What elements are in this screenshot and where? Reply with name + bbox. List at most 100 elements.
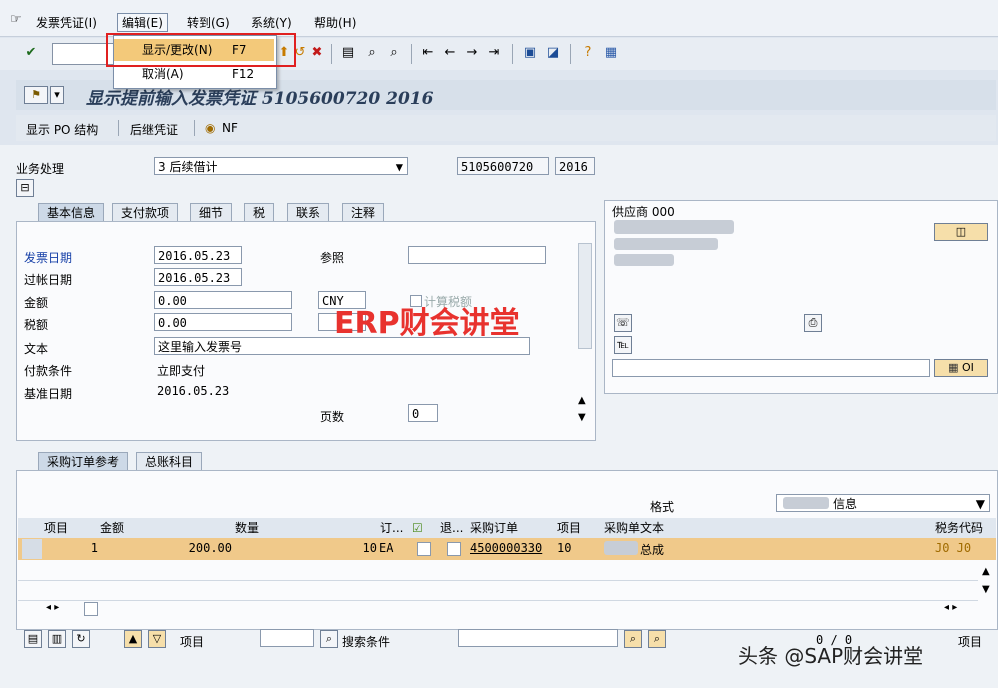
shortcut-icon[interactable]: ◪ <box>545 45 561 61</box>
next-page-icon[interactable]: → <box>464 45 480 61</box>
window-icon[interactable]: ☞ <box>10 12 22 27</box>
tab-gl-account[interactable]: 总账科目 <box>136 452 203 471</box>
fax-icon[interactable]: ℡ <box>614 336 632 354</box>
layout-select[interactable]: 信息 ▼ <box>776 494 990 512</box>
table-row-empty[interactable] <box>18 580 978 601</box>
watermark-text: ERP财会讲堂 <box>334 306 520 341</box>
search-criteria-label: 搜索条件 <box>342 635 391 649</box>
refresh-icon[interactable]: ↻ <box>72 630 90 648</box>
filter-icon[interactable]: ▽ <box>148 630 166 648</box>
cell-po-link[interactable]: 4500000330 <box>470 541 542 555</box>
pages-field[interactable]: 0 <box>408 404 438 422</box>
grid-scroll-down-icon[interactable]: ▼ <box>982 584 990 595</box>
col-tax-code[interactable]: 税务代码 <box>935 519 983 537</box>
grid-scroll-right-icon[interactable]: ◂ ▸ <box>944 602 957 613</box>
printer-icon[interactable]: ⎙ <box>804 314 822 332</box>
cancel-icon[interactable]: ✖ <box>309 45 325 61</box>
scroll-up-icon[interactable]: ▲ <box>578 395 586 406</box>
col-order-unit[interactable]: 订... <box>380 519 403 537</box>
grid-scroll-left-icon[interactable]: ◂ ▸ <box>46 602 59 613</box>
col-check-icon[interactable]: ☑ <box>412 519 423 537</box>
nf-button[interactable]: NF <box>222 121 238 135</box>
col-return[interactable]: 退... <box>440 519 463 537</box>
deselect-all-icon[interactable]: ▥ <box>48 630 66 648</box>
reference-label: 参照 <box>320 251 345 265</box>
command-field[interactable] <box>52 43 114 65</box>
sort-icon[interactable]: ▲ <box>124 630 142 648</box>
document-icon[interactable]: ⚑ <box>24 86 48 104</box>
tab-contacts[interactable]: 联系 <box>287 203 330 222</box>
vendor-address-blur <box>614 238 718 250</box>
col-po-text[interactable]: 采购单文本 <box>604 519 664 537</box>
vendor-detail-button[interactable]: ◫ <box>934 223 988 241</box>
menu-system[interactable]: 系统(Y) <box>251 14 292 31</box>
last-page-icon[interactable]: ⇥ <box>486 45 502 61</box>
amount-field[interactable]: 0.00 <box>154 291 292 309</box>
help-icon[interactable]: ? <box>580 45 596 61</box>
cell-unit[interactable]: EA <box>379 541 393 555</box>
new-session-icon[interactable]: ▣ <box>522 45 538 61</box>
menu-invoice[interactable]: 发票凭证(I) <box>36 14 97 31</box>
transaction-select[interactable]: 3 后续借计 ▼ <box>154 157 408 175</box>
tab-notes[interactable]: 注释 <box>342 203 385 222</box>
find-next-icon[interactable]: ⌕ <box>386 45 402 61</box>
dropdown-icon[interactable]: ▾ <box>50 86 64 104</box>
grid-hscroll-thumb[interactable] <box>84 602 98 616</box>
posting-date-field[interactable]: 2016.05.23 <box>154 268 242 286</box>
invoice-date-label: 发票日期 <box>24 251 73 265</box>
cell-checkbox-1[interactable] <box>417 542 431 556</box>
cell-item[interactable]: 1 <box>44 541 98 555</box>
footer-item-field[interactable] <box>260 629 314 647</box>
invoice-date-field[interactable]: 2016.05.23 <box>154 246 242 264</box>
tax-label: 税额 <box>24 318 49 332</box>
menu-help[interactable]: 帮助(H) <box>314 14 356 31</box>
cell-amount[interactable]: 200.00 <box>100 541 232 555</box>
scroll-down-icon[interactable]: ▼ <box>578 412 586 423</box>
select-all-icon[interactable]: ▤ <box>24 630 42 648</box>
open-items-button[interactable]: ▦ OI <box>934 359 988 377</box>
show-po-structure-button[interactable]: 显示 PO 结构 <box>26 121 98 138</box>
transaction-label: 业务处理 <box>16 162 65 176</box>
find-icon[interactable]: ⌕ <box>624 630 642 648</box>
col-po[interactable]: 采购订单 <box>470 519 518 537</box>
tax-field[interactable]: 0.00 <box>154 313 292 331</box>
nf-icon[interactable]: ◉ <box>205 121 215 135</box>
search-criteria-icon[interactable]: ⌕ <box>320 630 338 648</box>
panel-scrollbar[interactable] <box>578 243 592 349</box>
col-item[interactable]: 项目 <box>44 519 68 537</box>
menu-goto[interactable]: 转到(G) <box>187 14 230 31</box>
first-page-icon[interactable]: ⇤ <box>420 45 436 61</box>
payterm-value: 立即支付 <box>157 364 206 378</box>
prev-page-icon[interactable]: ← <box>442 45 458 61</box>
cell-po-item[interactable]: 10 <box>557 541 571 555</box>
row-selector[interactable] <box>22 539 42 559</box>
baseline-value: 2016.05.23 <box>157 384 230 398</box>
col-quantity[interactable]: 数量 <box>235 519 259 537</box>
find-icon[interactable]: ⌕ <box>364 45 380 61</box>
tab-payment[interactable]: 支付款项 <box>112 203 179 222</box>
col-amount[interactable]: 金额 <box>100 519 124 537</box>
follow-on-docs-button[interactable]: 后继凭证 <box>130 121 178 138</box>
vendor-bank-field[interactable] <box>612 359 930 377</box>
highlight-box <box>106 33 296 67</box>
print-icon[interactable]: ▤ <box>340 45 356 61</box>
search-criteria-field[interactable] <box>458 629 618 647</box>
find-next-icon[interactable]: ⌕ <box>648 630 666 648</box>
layout-menu-icon[interactable]: ▦ <box>603 45 619 61</box>
grid-scroll-up-icon[interactable]: ▲ <box>982 566 990 577</box>
cell-po-text[interactable]: 总成 <box>640 541 664 558</box>
header-toggle-icon[interactable]: ⊟ <box>16 179 34 197</box>
table-row-empty[interactable] <box>18 560 978 581</box>
tab-po-reference[interactable]: 采购订单参考 <box>38 452 129 471</box>
cell-checkbox-2[interactable] <box>447 542 461 556</box>
tab-details[interactable]: 细节 <box>190 203 233 222</box>
phone-icon[interactable]: ☏ <box>614 314 632 332</box>
tab-basic-data[interactable]: 基本信息 <box>38 203 105 222</box>
reference-field[interactable] <box>408 246 546 264</box>
enter-icon[interactable]: ✔ <box>23 45 39 61</box>
cell-tax-code[interactable]: J0 J0 <box>935 541 971 555</box>
menu-edit[interactable]: 编辑(E) <box>117 13 168 32</box>
col-po-item[interactable]: 项目 <box>557 519 581 537</box>
cell-quantity[interactable]: 10 <box>235 541 377 555</box>
tab-tax[interactable]: 税 <box>244 203 275 222</box>
